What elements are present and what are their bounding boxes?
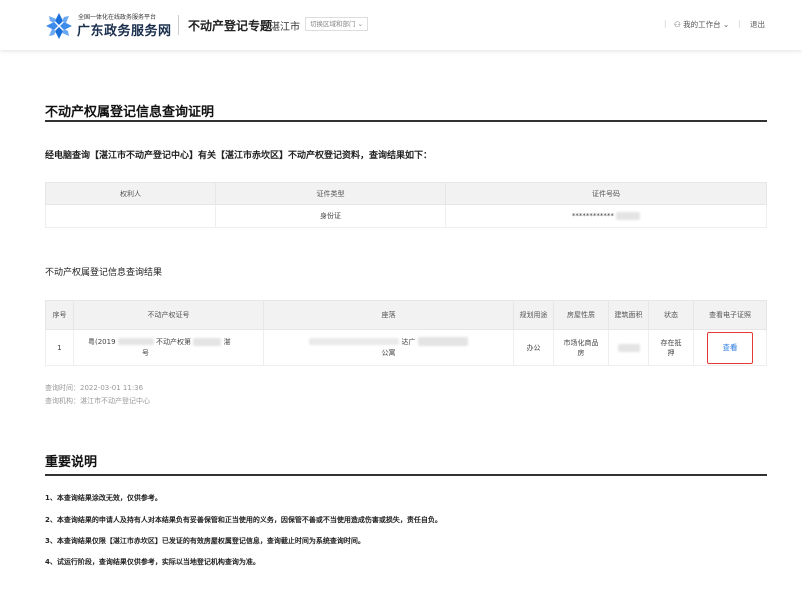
title-rule (45, 120, 767, 122)
table-row: 1 粤(2019 不动产权第 湛 号 达广 公寓 办公 市场化商品 房 存在抵 … (45, 329, 767, 366)
cert-suffix: 湛 (223, 337, 231, 346)
redacted-block (616, 212, 641, 220)
result-table-header: 序号 不动产权证号 座落 规划用途 房屋性质 建筑面积 状态 查看电子证照 (45, 300, 767, 330)
area-cell (608, 329, 649, 366)
usage: 办公 (513, 329, 554, 366)
id-number-cell: ************ (445, 204, 767, 228)
view-certificate-button[interactable]: 查看 (723, 343, 738, 352)
notes-title: 重要说明 (45, 455, 98, 470)
switch-region-label: 切换区域和部门 (310, 20, 356, 28)
header-divider (178, 15, 179, 35)
cert-line2: 号 (142, 348, 149, 357)
col-id-number: 证件号码 (445, 182, 767, 205)
view-highlight-box: 查看 (707, 331, 753, 364)
location-line2: 公寓 (381, 348, 396, 357)
location-line1: 达广 (401, 337, 416, 346)
owner-table: 权利人 证件类型 证件号码 身份证 ************ (45, 182, 767, 228)
col-status: 状态 (648, 300, 694, 330)
top-header: 全国一体化在线政务服务平台 广东政务服务网 不动产登记专题 湛江市 切换区域和部… (0, 0, 802, 50)
status-cell: 存在抵 押 (648, 329, 694, 366)
col-location: 座落 (263, 300, 514, 330)
col-view: 查看电子证照 (693, 300, 767, 330)
col-nature: 房屋性质 (553, 300, 609, 330)
result-table: 序号 不动产权证号 座落 规划用途 房屋性质 建筑面积 状态 查看电子证照 1 … (45, 300, 767, 366)
redacted-block (417, 337, 468, 346)
topic-title[interactable]: 不动产登记专题 (188, 17, 272, 34)
redacted-block (117, 338, 154, 345)
col-id-type: 证件类型 (215, 182, 446, 205)
view-cell: 查看 (693, 329, 767, 366)
id-number: ************ (571, 212, 614, 220)
owner-table-header: 权利人 证件类型 证件号码 (45, 182, 767, 205)
site-title[interactable]: 广东政务服务网 (77, 20, 172, 39)
cert-prefix: 粤(2019 (88, 337, 116, 346)
query-org: 查询机构：湛江市不动产登记中心 (45, 397, 150, 405)
redacted-block (617, 343, 640, 352)
row-seq: 1 (45, 329, 74, 366)
table-row: 身份证 ************ (45, 204, 767, 228)
workbench-label: 我的工作台 (683, 20, 721, 29)
col-usage: 规划用途 (513, 300, 554, 330)
note-item: 3、本查询结果仅限【湛江市赤坎区】已发证的有效房屋权属登记信息，查询截止时间为系… (45, 537, 365, 545)
nav-divider: | (664, 19, 667, 28)
owner-name (45, 204, 216, 228)
status-line1: 存在抵 (660, 338, 682, 347)
note-item: 4、试运行阶段，查询结果仅供参考，实际以当地登记机构查询为准。 (45, 558, 260, 566)
col-area: 建筑面积 (608, 300, 649, 330)
query-time: 查询时间：2022-03-01 11:36 (45, 384, 144, 392)
status-line2: 押 (667, 348, 675, 357)
redacted-block (193, 337, 222, 346)
col-cert-no: 不动产权证号 (73, 300, 264, 330)
user-icon: ⚇ (674, 20, 681, 29)
notes-rule (45, 474, 767, 476)
id-type: 身份证 (215, 204, 446, 228)
guangdong-logo-icon[interactable] (45, 12, 73, 40)
nav-divider: | (738, 19, 741, 28)
page-title: 不动产权属登记信息查询证明 (45, 105, 215, 120)
nature-cell: 市场化商品 房 (553, 329, 609, 366)
location-cell: 达广 公寓 (263, 329, 514, 366)
query-intro: 经电脑查询【湛江市不动产登记中心】有关【湛江市赤坎区】不动产权登记资料，查询结果… (45, 151, 433, 161)
note-item: 2、本查询结果的申请人及持有人对本结果负有妥善保管和正当使用的义务，因保管不善或… (45, 516, 442, 524)
redacted-block (309, 338, 400, 345)
nature-line2: 房 (577, 348, 585, 357)
result-title: 不动产权属登记信息查询结果 (45, 268, 163, 278)
note-item: 1、本查询结果涂改无效，仅供参考。 (45, 494, 162, 502)
logout-link[interactable]: 退出 (750, 19, 765, 30)
nature-line1: 市场化商品 (563, 338, 599, 347)
current-city: 湛江市 (270, 22, 300, 33)
cert-no-cell: 粤(2019 不动产权第 湛 号 (73, 329, 264, 366)
col-owner: 权利人 (45, 182, 216, 205)
col-seq: 序号 (45, 300, 74, 330)
chevron-down-icon: ⌄ (723, 20, 730, 29)
cert-middle: 不动产权第 (156, 337, 192, 346)
switch-region-button[interactable]: 切换区域和部门 ⌄ (305, 17, 369, 31)
workbench-menu[interactable]: ⚇ 我的工作台 ⌄ (674, 19, 729, 30)
chevron-down-icon: ⌄ (357, 20, 364, 28)
